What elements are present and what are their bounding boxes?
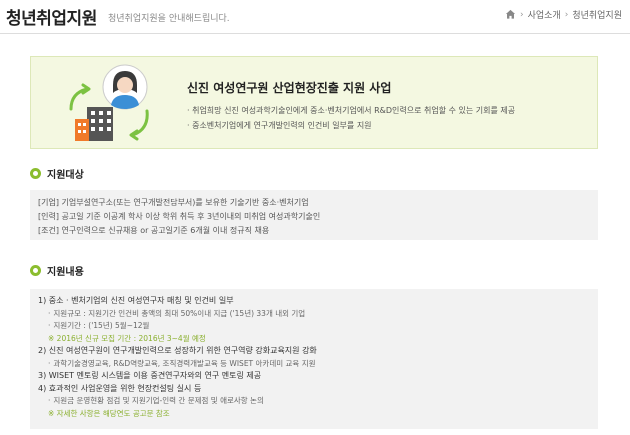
breadcrumb-separator: › <box>564 9 569 20</box>
content-item-note: ※ 2016년 신규 모집 기간 : 2016년 3~4월 예정 <box>48 333 206 343</box>
banner-points: · 취업희망 신진 여성과학기술인에게 중소·벤처기업에서 R&D인력으로 취업… <box>187 103 515 133</box>
program-banner: 신진 여성연구원 산업현장진출 지원 사업 · 취업희망 신진 여성과학기술인에… <box>30 56 598 149</box>
section-heading-content: 지원내용 <box>30 263 84 278</box>
section-title: 지원내용 <box>47 267 84 278</box>
content-item-note: ※ 자세한 사항은 해당연도 공고문 참조 <box>48 408 170 418</box>
banner-point: · 중소벤처기업에게 연구개발인력의 인건비 일부를 지원 <box>187 121 372 130</box>
content-item-detail: 지원금 운영현황 점검 및 지원기업-인력 간 문제점 및 애로사항 논의 <box>38 395 590 408</box>
page-header: 청년취업지원 청년취업지원을 안내해드립니다. › 사업소개 › 청년취업지원 <box>0 0 630 34</box>
content-item-detail: 지원기간 : ('15년) 5월~12월 <box>38 320 590 333</box>
circle-bullet-icon <box>30 265 41 276</box>
breadcrumb-item-about[interactable]: 사업소개 <box>528 8 561 21</box>
breadcrumb-separator: › <box>519 9 524 20</box>
content-item-title: 4) 효과적인 사업운영을 위한 현장컨설팅 실시 등 <box>38 383 202 393</box>
content-item-title: 3) WISET 멘토링 시스템을 이용 중견연구자와의 연구 멘토링 제공 <box>38 371 262 380</box>
page-description: 청년취업지원을 안내해드립니다. <box>108 14 230 24</box>
home-icon[interactable] <box>505 9 516 20</box>
circle-bullet-icon <box>30 168 41 179</box>
content-box: 1) 중소 · 벤처기업의 신진 여성연구자 매칭 및 인건비 일부 지원규모 … <box>30 289 598 429</box>
woman-avatar-icon <box>102 64 148 110</box>
target-line: [조건] 연구인력으로 신규채용 or 공고일기준 6개월 이내 정규직 채용 <box>38 226 270 235</box>
breadcrumb: › 사업소개 › 청년취업지원 <box>505 8 622 21</box>
section-title: 지원대상 <box>47 170 84 181</box>
target-line: [기업] 기업부설연구소(또는 연구개발전담부서)를 보유한 기술기반 중소·벤… <box>38 198 309 207</box>
content-item-detail: 과학기술경영교육, R&D역량교육, 조직경력개발교육 등 WISET 아카데미… <box>38 358 590 371</box>
content-item-title: 2) 신진 여성연구원이 연구개발인력으로 성장하기 위한 연구역량 강화교육지… <box>38 346 317 355</box>
section-heading-target: 지원대상 <box>30 166 84 181</box>
banner-point: · 취업희망 신진 여성과학기술인에게 중소·벤처기업에서 R&D인력으로 취업… <box>187 106 516 115</box>
content-item-title: 1) 중소 · 벤처기업의 신진 여성연구자 매칭 및 인건비 일부 <box>38 296 234 305</box>
building-icon <box>75 107 113 141</box>
banner-title: 신진 여성연구원 산업현장진출 지원 사업 <box>187 81 392 95</box>
breadcrumb-item-current: 청년취업지원 <box>572 11 622 21</box>
content-item-detail: 지원규모 : 지원기간 인건비 총액의 최대 50%이내 지급 ('15년) 3… <box>38 308 590 321</box>
banner-illustration <box>69 64 149 141</box>
page-title: 청년취업지원 <box>6 9 97 29</box>
target-line: [인력] 공고일 기준 이공계 학사 이상 학위 취득 후 3년이내의 미취업 … <box>38 212 321 221</box>
target-box: [기업] 기업부설연구소(또는 연구개발전담부서)를 보유한 기술기반 중소·벤… <box>30 190 598 240</box>
